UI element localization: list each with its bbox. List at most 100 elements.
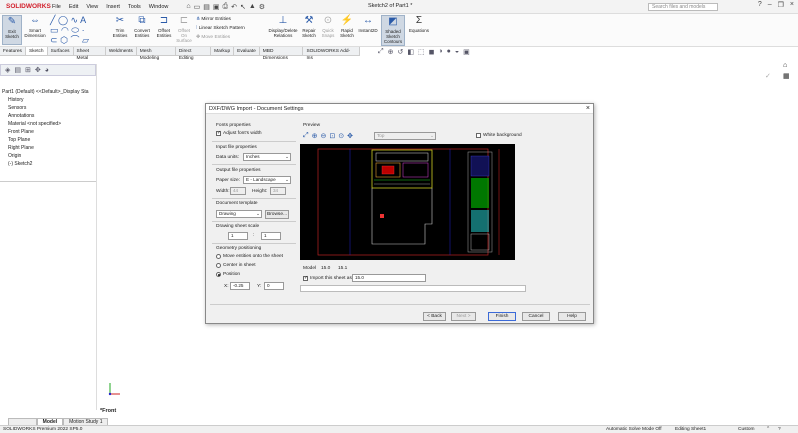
open-icon[interactable]: ▤: [203, 3, 210, 11]
tab-markup[interactable]: Markup: [211, 47, 235, 55]
tab-direct-editing[interactable]: Direct Editing: [176, 47, 212, 61]
zoom-out-icon[interactable]: ⊖: [320, 132, 326, 140]
smart-dimension-button[interactable]: ⇔ Smart Dimension: [24, 15, 46, 45]
adjust-font-checkbox[interactable]: ✓: [216, 131, 221, 136]
zoom-fit-icon[interactable]: ⤢: [303, 132, 309, 140]
x-position-field[interactable]: -0.25: [230, 282, 250, 290]
tab-sheet-metal[interactable]: Sheet Metal: [74, 47, 106, 61]
convert-entities-button[interactable]: ⧉ Convert Entities: [131, 15, 153, 45]
section-view-icon[interactable]: ◧: [407, 48, 414, 56]
scene-icon[interactable]: ◒: [455, 48, 459, 56]
home-icon[interactable]: ⌂: [186, 3, 190, 11]
print-icon[interactable]: ⎙: [222, 3, 228, 11]
zoom-select-icon[interactable]: ⊙: [338, 132, 344, 140]
spline-icon[interactable]: ∿: [71, 15, 79, 25]
view-settings-icon[interactable]: ▣: [463, 48, 470, 56]
shaded-contours-button[interactable]: ◩ Shaded Sketch Contours: [381, 15, 405, 46]
tree-root-part[interactable]: Part1 (Default) <<Default>_Display Sta: [0, 88, 96, 96]
tree-item-front-plane[interactable]: Front Plane: [0, 128, 96, 136]
propertymanager-icon[interactable]: ▤: [14, 66, 21, 74]
pan-icon[interactable]: ✥: [347, 132, 353, 140]
browse-button[interactable]: Browse...: [265, 210, 289, 219]
zoom-area-icon[interactable]: ⊕: [388, 48, 394, 56]
help-icon[interactable]: ?: [758, 1, 762, 9]
rectangle-icon[interactable]: ▭: [50, 25, 59, 35]
confirm-check-icon[interactable]: ✓: [765, 72, 771, 80]
exit-sketch-button[interactable]: ✎ Exit Sketch: [2, 15, 22, 45]
quick-snaps-button[interactable]: ⊙ Quick Snaps: [319, 15, 337, 45]
tree-item-annotations[interactable]: Annotations: [0, 112, 96, 120]
move-entities-button[interactable]: ✥ Move Entities: [196, 33, 264, 42]
task-pane-home-icon[interactable]: ⌂: [783, 62, 787, 69]
dimxpert-icon[interactable]: ✥: [35, 66, 41, 74]
units-selector[interactable]: Custom: [738, 426, 755, 433]
position-radio[interactable]: [216, 272, 221, 277]
back-button[interactable]: < Back: [423, 312, 446, 321]
zoom-fit-icon[interactable]: ⤢: [378, 48, 384, 56]
model-sheet-b[interactable]: 15.1: [338, 266, 347, 271]
menu-view[interactable]: View: [82, 4, 102, 10]
repair-sketch-button[interactable]: ⚒ Repair Sketch: [300, 15, 318, 45]
linear-pattern-button[interactable]: ⁞ Linear Sketch Pattern: [196, 24, 264, 33]
chevron-up-icon[interactable]: ⌃: [766, 426, 770, 433]
trim-entities-button[interactable]: ✂ Trim Entities: [110, 15, 130, 45]
white-background-checkbox[interactable]: [476, 133, 481, 138]
tab-surfaces[interactable]: Surfaces: [48, 47, 74, 55]
zoom-area-icon[interactable]: ⊡: [329, 132, 335, 140]
scale-left-field[interactable]: 1: [228, 232, 248, 240]
appearance-icon[interactable]: ●: [447, 48, 451, 56]
offset-surface-button[interactable]: ⊏ Offset On Surface: [175, 15, 193, 45]
circle-icon[interactable]: ◯: [58, 15, 68, 25]
tree-item-sensors[interactable]: Sensors: [0, 104, 96, 112]
text-icon[interactable]: A: [80, 15, 86, 25]
plane-icon[interactable]: ▱: [82, 35, 89, 45]
options-icon[interactable]: ⚙: [259, 3, 265, 11]
close-icon[interactable]: ×: [790, 1, 794, 9]
tree-item-top-plane[interactable]: Top Plane: [0, 136, 96, 144]
arc-icon[interactable]: ◠: [61, 25, 69, 35]
line-icon[interactable]: ╱: [50, 15, 55, 25]
display-manager-icon[interactable]: ◕: [45, 67, 49, 74]
rebuild-icon[interactable]: ▲: [249, 3, 256, 11]
offset-entities-button[interactable]: ⊐ Offset Entities: [154, 15, 174, 45]
slot-icon[interactable]: ⊂: [50, 35, 58, 45]
tree-item-material[interactable]: Material <not specified>: [0, 120, 96, 128]
model-sheet-a[interactable]: 15.0: [321, 266, 330, 271]
close-icon[interactable]: ×: [586, 104, 590, 114]
fillet-icon[interactable]: ⌒: [70, 35, 79, 45]
view-orientation-icon[interactable]: ⬚: [418, 48, 425, 56]
tree-item-right-plane[interactable]: Right Plane: [0, 144, 96, 152]
tree-item-origin[interactable]: Origin: [0, 152, 96, 160]
tab-weldments[interactable]: Weldments: [106, 47, 137, 55]
restore-icon[interactable]: ❐: [778, 1, 784, 9]
menu-edit[interactable]: Edit: [65, 4, 82, 10]
menu-file[interactable]: File: [48, 4, 65, 10]
tab-addins[interactable]: SOLIDWORKS Add-Ins: [303, 47, 360, 61]
tab-evaluate[interactable]: Evaluate: [234, 47, 260, 55]
featuremanager-icon[interactable]: ◈: [5, 66, 10, 74]
help-button[interactable]: Help: [558, 312, 586, 321]
polygon-icon[interactable]: ⬡: [60, 35, 68, 45]
equations-button[interactable]: Σ Equations: [407, 15, 431, 45]
undo-icon[interactable]: ↶: [231, 3, 237, 11]
tree-item-history[interactable]: History: [0, 96, 96, 104]
move-entities-radio[interactable]: [216, 254, 221, 259]
ellipse-icon[interactable]: ⬭: [71, 25, 79, 35]
next-button[interactable]: Next >: [451, 312, 476, 321]
data-units-select[interactable]: Inches ⌄: [243, 153, 291, 161]
preview-scrollbar[interactable]: [300, 285, 526, 292]
previous-view-icon[interactable]: ↺: [397, 48, 403, 56]
panel-splitter[interactable]: [96, 64, 97, 410]
task-pane-resources-icon[interactable]: ▦: [783, 72, 790, 80]
cancel-button[interactable]: Cancel: [522, 312, 550, 321]
import-sheet-field[interactable]: 15.0: [352, 274, 426, 282]
save-icon[interactable]: ▣: [213, 3, 220, 11]
zoom-in-icon[interactable]: ⊕: [312, 132, 318, 140]
point-icon[interactable]: ·: [82, 25, 85, 35]
instant2d-button[interactable]: ↔ Instant2D: [357, 15, 379, 45]
mirror-entities-button[interactable]: ⋔ Mirror Entities: [196, 15, 264, 24]
new-icon[interactable]: ▭: [194, 3, 201, 11]
paper-size-select[interactable]: E - Landscape ⌄: [243, 176, 291, 184]
import-sheet-checkbox[interactable]: ✓: [303, 276, 308, 281]
dxf-preview-canvas[interactable]: [300, 144, 515, 260]
